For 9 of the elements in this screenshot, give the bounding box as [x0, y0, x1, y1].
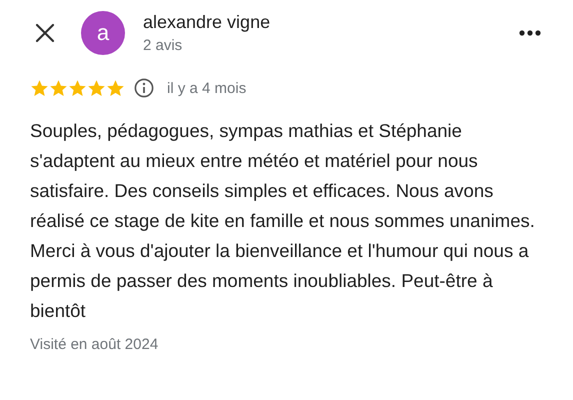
info-icon[interactable]	[134, 78, 154, 98]
avatar[interactable]: a	[81, 11, 125, 55]
review-count: 2 avis	[143, 37, 184, 54]
reviewer-name[interactable]: alexandre vigne	[143, 12, 519, 33]
review-time: il y a 4 mois	[167, 80, 246, 96]
close-icon[interactable]	[35, 23, 55, 43]
review-text: Souples, pédagogues, sympas mathias et Stéphanie s'adaptent au mieux entre météo et matériel pour nous satisfaire. Des conseils simples et efficaces. Nous avons réalisé ce stage de kite en famille et nous sommes unanimes. Merci à vous d'ajouter la bienveillance et l'humour qui nous a permis de passer des moments inoubliables. Peut-être à bientôt	[30, 119, 536, 323]
visit-date: Visité en août 2024	[30, 336, 160, 353]
more-icon[interactable]	[519, 30, 541, 36]
